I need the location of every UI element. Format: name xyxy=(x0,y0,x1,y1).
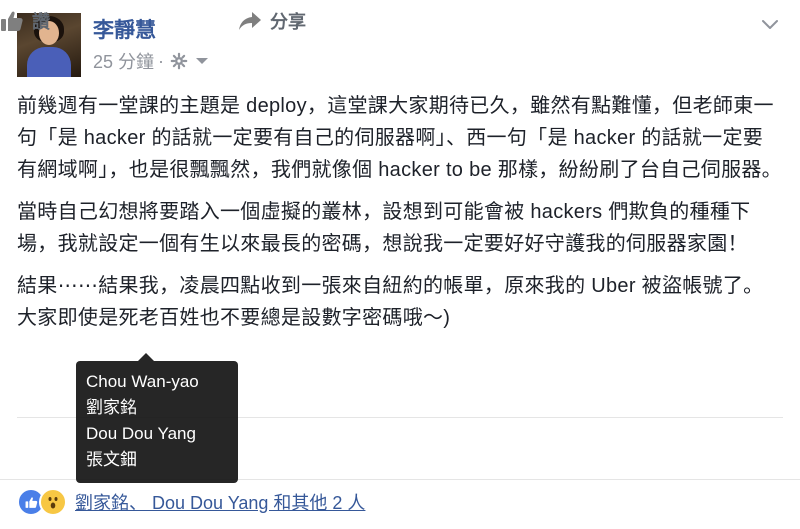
chevron-down-icon[interactable] xyxy=(760,14,780,34)
share-label: 分享 xyxy=(270,12,306,32)
post-paragraph-3: 結果⋯⋯結果我，凌晨四點收到一張來自紐約的帳單，原來我的 Uber 被盜帳號了。… xyxy=(17,275,764,329)
avatar-body xyxy=(27,47,71,77)
tooltip-name: 張文鈿 xyxy=(86,450,137,469)
post-paragraph-1: 前幾週有一堂課的主題是 deploy，這堂課大家期待已久，雖然有點難懂，但老師東… xyxy=(17,95,782,181)
gear-icon[interactable] xyxy=(170,52,188,70)
tooltip-name: 劉家銘 xyxy=(86,398,137,417)
thumbs-up-icon xyxy=(1,11,23,31)
tooltip-caret xyxy=(138,353,154,361)
tooltip-name: Dou Dou Yang xyxy=(86,424,196,443)
share-button[interactable]: 分享 xyxy=(238,8,306,34)
reaction-icons[interactable] xyxy=(17,488,67,516)
reactors-tooltip: Chou Wan-yao 劉家銘 Dou Dou Yang 張文鈿 xyxy=(76,353,238,483)
timestamp[interactable]: 25 分鐘 xyxy=(93,48,154,74)
feed-post: 李靜慧 25 分鐘 · 前幾週有一堂課的主題是 deploy，這堂課大家期待已久… xyxy=(0,0,800,529)
like-button[interactable]: 讚 xyxy=(0,8,50,34)
reaction-summary-link[interactable]: 劉家銘、 Dou Dou Yang 和其他 2 人 xyxy=(75,489,365,515)
reactions-bar: 劉家銘、 Dou Dou Yang 和其他 2 人 xyxy=(17,486,365,518)
post-meta: 25 分鐘 · xyxy=(93,49,210,73)
tooltip-name: Chou Wan-yao xyxy=(86,372,199,391)
post-paragraph-2: 當時自己幻想將要踏入一個虛擬的叢林，設想到可能會被 hackers 們欺負的種種… xyxy=(17,201,751,255)
audience-dropdown-icon[interactable] xyxy=(194,55,210,67)
wow-icon xyxy=(39,488,67,516)
meta-separator: · xyxy=(158,50,165,71)
like-label: 讚 xyxy=(32,12,50,32)
share-arrow-icon xyxy=(239,12,261,30)
post-body: 前幾週有一堂課的主題是 deploy，這堂課大家期待已久，雖然有點難懂，但老師東… xyxy=(17,90,783,344)
author-name[interactable]: 李靜慧 xyxy=(93,14,156,44)
